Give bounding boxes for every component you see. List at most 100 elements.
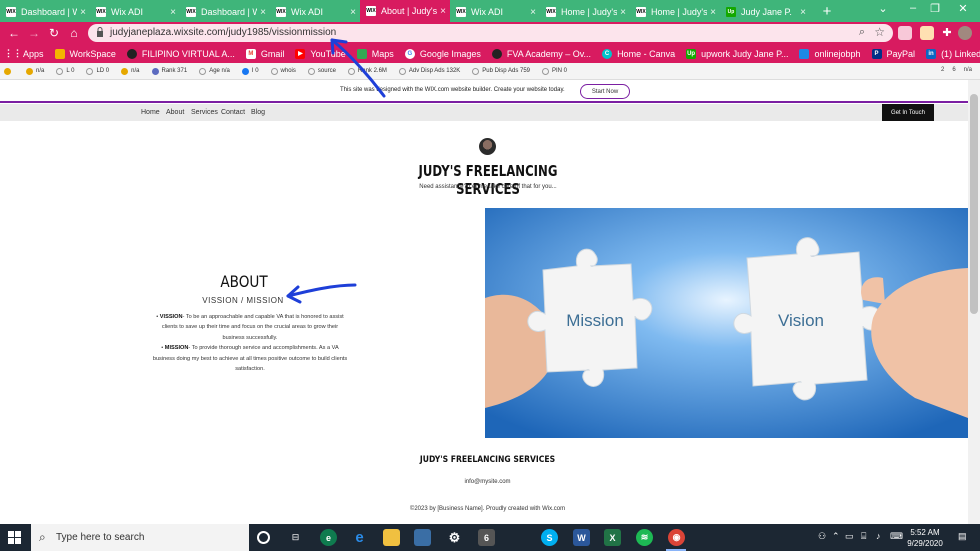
bookmark-maps[interactable]: Maps <box>356 48 394 59</box>
excel-icon[interactable]: X <box>604 529 621 546</box>
seo-right-metric[interactable]: n/a <box>964 67 972 73</box>
clock-date[interactable]: 9/29/2020 <box>901 539 949 548</box>
nav-about[interactable]: About <box>166 109 184 116</box>
bookmark-youtube[interactable]: ▶ YouTube <box>295 48 346 59</box>
bookmark-gmail[interactable]: M Gmail <box>245 48 284 59</box>
seo-metric[interactable]: PIN 0 <box>542 67 567 75</box>
seo-metric[interactable]: Rank 371 <box>151 67 187 75</box>
close-tab-icon[interactable]: × <box>170 7 176 18</box>
home-button[interactable]: ⌂ <box>66 26 82 40</box>
tab-label: About | Judy's <box>381 6 438 16</box>
word-icon[interactable]: W <box>573 529 590 546</box>
tab-upwork[interactable]: Up Judy Jane P. × <box>720 2 810 22</box>
back-button[interactable]: ← <box>6 26 22 40</box>
address-bar[interactable]: judyjaneplaza.wixsite.com/judy1985/vissi… <box>88 24 893 42</box>
skype-icon[interactable]: S <box>541 529 558 546</box>
nav-contact[interactable]: Contact <box>221 109 245 116</box>
start-now-button[interactable]: Start Now <box>580 84 630 99</box>
tab-wix-adi-2[interactable]: WIX Wix ADI × <box>270 2 360 22</box>
close-window-button[interactable]: ✕ <box>952 2 974 15</box>
seo-settings-icon[interactable] <box>4 67 14 75</box>
seo-metric[interactable]: Age n/a <box>199 67 230 75</box>
extensions-puzzle-icon[interactable]: ✚ <box>940 26 954 40</box>
profile-avatar[interactable] <box>958 26 972 40</box>
bookmark-workspace[interactable]: WorkSpace <box>54 48 116 59</box>
file-explorer-icon[interactable] <box>383 529 400 546</box>
bookmark-linkedin[interactable]: in (1) LinkedIn <box>926 48 980 59</box>
bookmark-star-icon[interactable]: ☆ <box>874 25 885 39</box>
new-tab-button[interactable]: + <box>818 2 836 20</box>
seo-right-metric[interactable]: 6 <box>952 67 955 73</box>
close-tab-icon[interactable]: × <box>800 7 806 18</box>
page-scrollbar[interactable] <box>968 80 980 524</box>
seo-metric[interactable]: n/a <box>121 67 140 75</box>
get-in-touch-button[interactable]: Get In Touch <box>882 104 934 121</box>
close-tab-icon[interactable]: × <box>80 7 86 18</box>
nav-home[interactable]: Home <box>141 109 160 116</box>
people-icon[interactable]: ⚇ <box>818 531 826 542</box>
tab-search-icon[interactable]: ⌄ <box>872 2 894 15</box>
bookmark-paypal[interactable]: P PayPal <box>871 48 915 59</box>
footer-email-link[interactable]: info@mysite.com <box>400 479 575 485</box>
extension-icon[interactable] <box>898 26 912 40</box>
seo-metric[interactable]: Adv Disp Ads 132K <box>398 67 460 75</box>
bookmark-upwork[interactable]: Up upwork Judy Jane P... <box>686 48 788 59</box>
minimize-button[interactable]: – <box>902 2 924 14</box>
tab-home-1[interactable]: WIX Home | Judy's × <box>540 2 630 22</box>
windows-start-icon[interactable] <box>8 531 21 544</box>
clock-time[interactable]: 5:52 AM <box>906 528 944 537</box>
seo-metric[interactable]: n/a <box>26 67 44 75</box>
url-text[interactable]: judyjaneplaza.wixsite.com/judy1985/vissi… <box>110 27 336 38</box>
spotify-icon[interactable]: ≋ <box>636 529 653 546</box>
notifications-icon[interactable]: ▤ <box>958 531 967 542</box>
tab-dashboard-2[interactable]: WIX Dashboard | W × <box>180 2 270 22</box>
tab-about-active[interactable]: WIX About | Judy's × <box>360 0 450 22</box>
close-tab-icon[interactable]: × <box>260 7 266 18</box>
mission-vision-photo: Mission Vision <box>485 208 968 438</box>
seo-metric[interactable]: Pub Disp Ads 759 <box>472 67 530 75</box>
close-tab-icon[interactable]: × <box>350 7 356 18</box>
bookmark-filipino-va[interactable]: FILIPINO VIRTUAL A... <box>126 48 235 59</box>
battery-icon[interactable]: ▭ <box>845 531 854 542</box>
seo-right-metric[interactable]: 2 <box>941 67 944 73</box>
seo-metric[interactable]: LD 0 <box>86 67 109 75</box>
chrome-icon[interactable]: ◉ <box>668 529 685 546</box>
notification-badge-icon[interactable]: 6 <box>478 529 495 546</box>
internet-explorer-icon[interactable]: e <box>351 529 368 546</box>
tray-chevron-icon[interactable]: ⌃ <box>832 531 840 542</box>
close-tab-icon[interactable]: × <box>440 6 446 17</box>
extension-icon[interactable] <box>920 26 934 40</box>
seo-metric[interactable]: I 0 <box>241 67 259 75</box>
forward-button[interactable]: → <box>26 26 42 40</box>
tab-wix-adi-3[interactable]: WIX Wix ADI × <box>450 2 540 22</box>
nav-blog[interactable]: Blog <box>251 109 265 116</box>
tab-home-2[interactable]: WIX Home | Judy's × <box>630 2 720 22</box>
bookmark-apps[interactable]: ⋮⋮ Apps <box>4 48 44 59</box>
close-tab-icon[interactable]: × <box>710 7 716 18</box>
search-icon[interactable]: ⌕ <box>859 26 865 39</box>
seo-metric[interactable]: source <box>307 67 336 75</box>
close-tab-icon[interactable]: × <box>620 7 626 18</box>
task-view-icon[interactable]: ⊟ <box>287 529 304 546</box>
network-icon[interactable]: ⌸ <box>861 531 866 542</box>
bookmark-google-images[interactable]: G Google Images <box>404 48 481 59</box>
maximize-button[interactable]: ❐ <box>924 2 946 15</box>
reload-button[interactable]: ↻ <box>46 26 62 40</box>
bookmark-canva[interactable]: C Home - Canva <box>602 48 675 59</box>
cortana-icon[interactable] <box>257 531 270 544</box>
seo-metric[interactable]: Rank 2.6M <box>347 67 387 75</box>
taskbar-search-box[interactable]: ⌕ Type here to search <box>31 524 249 551</box>
tab-wix-adi-1[interactable]: WIX Wix ADI × <box>90 2 180 22</box>
bookmark-onlinejobph[interactable]: onlinejobph <box>799 48 861 59</box>
bookmark-fva-academy[interactable]: FVA Academy – Ov... <box>491 48 591 59</box>
seo-metric[interactable]: L 0 <box>56 67 74 75</box>
edge-icon[interactable]: e <box>320 529 337 546</box>
tab-dashboard-1[interactable]: WIX Dashboard | W × <box>0 2 90 22</box>
settings-gear-icon[interactable]: ⚙ <box>446 529 463 546</box>
nav-services[interactable]: Services <box>191 109 218 116</box>
store-icon[interactable] <box>414 529 431 546</box>
scroll-thumb[interactable] <box>970 94 978 314</box>
volume-icon[interactable]: ♪ <box>876 531 881 541</box>
seo-metric[interactable]: whois <box>270 67 296 75</box>
close-tab-icon[interactable]: × <box>530 7 536 18</box>
